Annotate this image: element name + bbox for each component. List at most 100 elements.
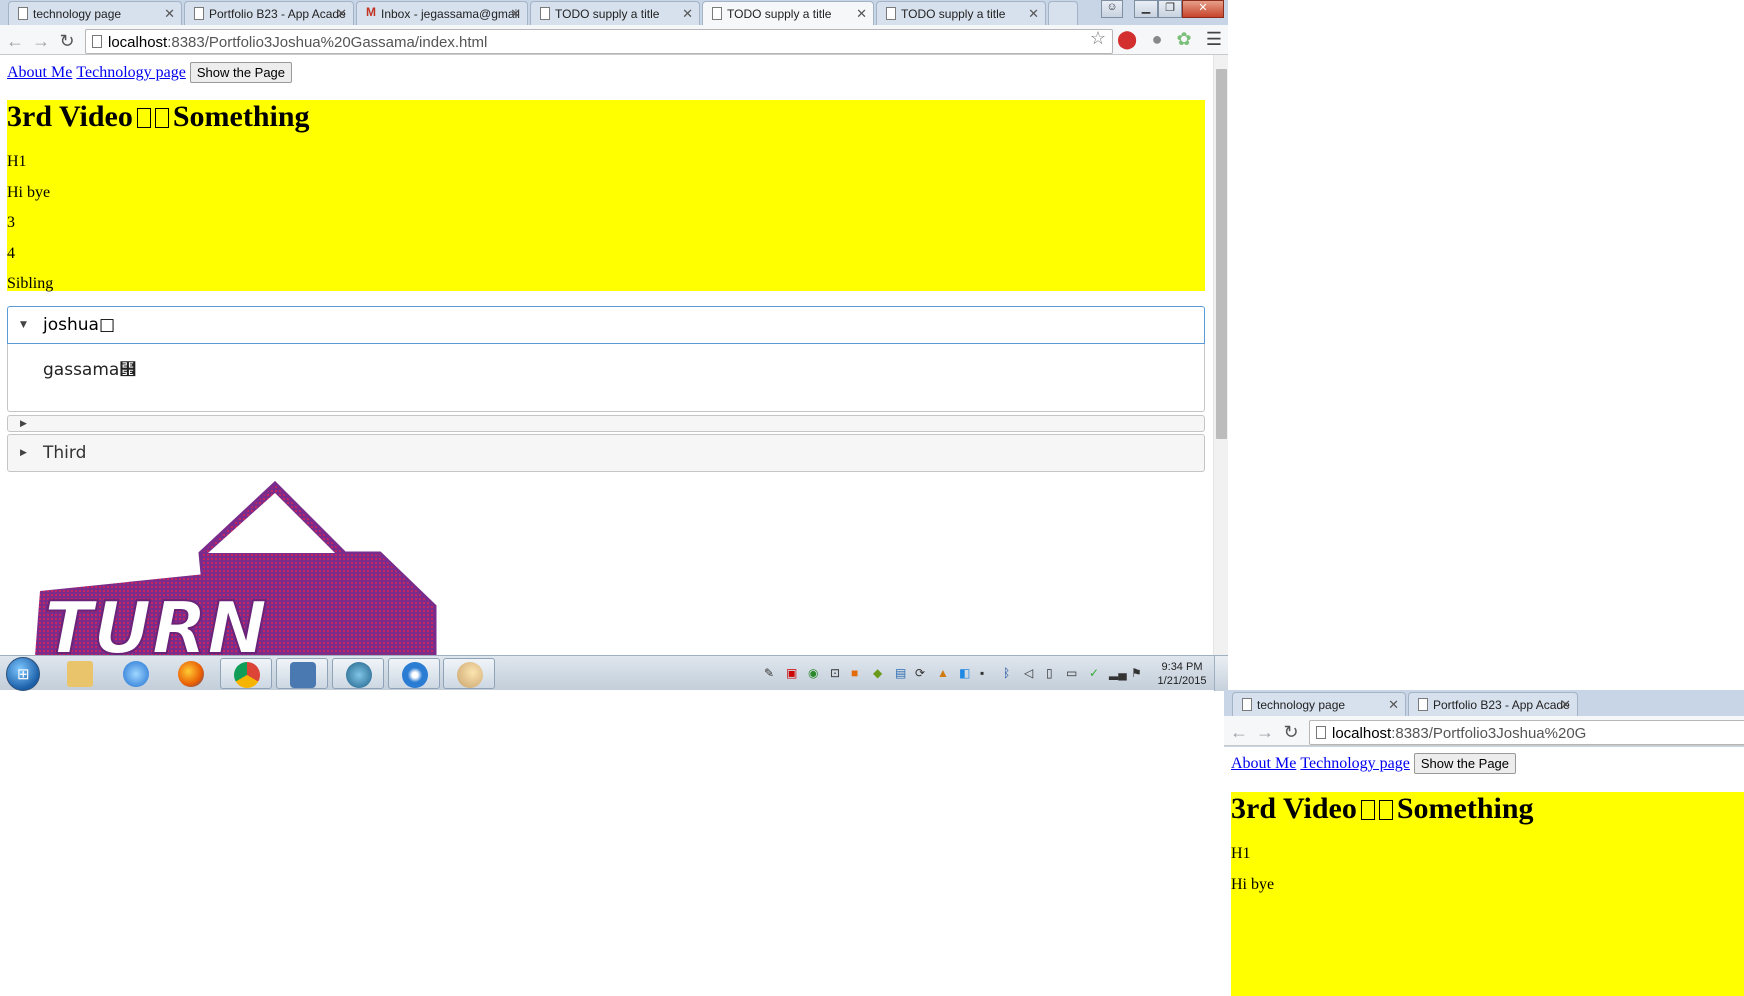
about-me-link[interactable]: About Me: [1231, 755, 1296, 772]
restore-button[interactable]: ❐: [1158, 0, 1182, 18]
tab-title: TODO supply a title: [555, 7, 660, 21]
close-icon[interactable]: ✕: [510, 6, 521, 22]
tab-title: Portfolio B23 - App Acade: [1433, 698, 1570, 712]
accordion: ▼ joshua□ gassama⹞ ▶ ▶ Third: [7, 306, 1205, 472]
show-page-button[interactable]: Show the Page: [1413, 753, 1517, 774]
back-arrow-icon[interactable]: ←: [5, 31, 25, 52]
minimize-button[interactable]: ▁: [1134, 0, 1158, 18]
battery-icon[interactable]: ▯: [1046, 666, 1053, 680]
scrollbar-thumb[interactable]: [1216, 69, 1227, 439]
paint-taskbar-icon[interactable]: [443, 658, 495, 689]
paragraph-4: 4: [7, 245, 15, 262]
adblock-icon[interactable]: ⬤: [1117, 29, 1137, 50]
accordion-header-third[interactable]: ▶ Third: [7, 434, 1205, 472]
display-icon[interactable]: ▭: [1066, 666, 1077, 680]
forward-arrow-icon[interactable]: →: [1255, 722, 1275, 743]
tab-gmail-inbox[interactable]: M Inbox - jegassama@gmail ✕: [356, 1, 528, 25]
gmail-icon: M: [366, 5, 376, 19]
tab-title: Portfolio B23 - App Acade: [209, 7, 346, 21]
close-window-button[interactable]: ✕: [1182, 0, 1224, 18]
explorer-taskbar-icon[interactable]: [54, 658, 106, 689]
wireless-icon[interactable]: ◉: [808, 666, 818, 680]
new-tab-button[interactable]: [1048, 1, 1078, 25]
tab-portfolio[interactable]: Portfolio B23 - App Acade ✕: [184, 1, 354, 25]
page-icon: [886, 7, 896, 20]
close-icon[interactable]: ✕: [1560, 697, 1571, 713]
page-icon: [1418, 698, 1428, 711]
forward-arrow-icon[interactable]: →: [31, 31, 51, 52]
page-heading: 3rd Video Something: [1231, 792, 1534, 826]
chrome-taskbar-icon[interactable]: [220, 658, 272, 689]
system-clock[interactable]: 9:34 PM 1/21/2015: [1156, 660, 1208, 688]
security-tray-icon[interactable]: ▤: [895, 666, 906, 680]
page-icon: [712, 7, 722, 20]
missing-glyph-icon: [136, 108, 151, 128]
about-me-link[interactable]: About Me: [7, 64, 72, 81]
tab-technology-page[interactable]: technology page ✕: [1232, 692, 1406, 716]
green-tray-icon[interactable]: ◆: [873, 666, 882, 680]
close-icon[interactable]: ✕: [856, 6, 867, 22]
firefox-taskbar-icon[interactable]: [165, 658, 217, 689]
technology-page-link[interactable]: Technology page: [76, 64, 186, 81]
check-icon[interactable]: ✓: [1089, 666, 1099, 680]
page-icon: [92, 35, 102, 48]
java-tray-icon[interactable]: ▲: [937, 666, 949, 680]
tab-todo-3[interactable]: TODO supply a title ✕: [876, 1, 1046, 25]
address-bar[interactable]: localhost:8383/Portfolio3Joshua%20Gassam…: [85, 29, 1113, 54]
ie-icon: [123, 661, 149, 687]
monitor-tray-icon[interactable]: ▪: [980, 666, 984, 680]
tab-title: TODO supply a title: [727, 7, 832, 21]
tray-app-icon[interactable]: ✎: [764, 666, 774, 680]
accordion-header-empty[interactable]: ▶: [7, 415, 1205, 432]
acrobat-icon[interactable]: ▣: [786, 666, 797, 680]
menu-icon[interactable]: ☰: [1204, 29, 1224, 50]
extension-search-icon[interactable]: ●: [1147, 29, 1167, 50]
extension-icon[interactable]: ✿: [1174, 29, 1194, 50]
highlighted-section: 3rd Video Something H1 Hi bye: [1231, 792, 1744, 996]
show-page-button[interactable]: Show the Page: [189, 62, 293, 83]
network-tray-icon[interactable]: ⊡: [830, 666, 840, 680]
accordion-panel-joshua: gassama⹞: [7, 344, 1205, 412]
back-arrow-icon[interactable]: ←: [1229, 722, 1249, 743]
highlighted-section: 3rd Video Something H1 Hi bye 3 4 Sibling: [7, 100, 1205, 292]
tab-title: technology page: [33, 7, 122, 21]
close-icon[interactable]: ✕: [336, 6, 347, 22]
bluetooth-icon[interactable]: ᛒ: [1003, 666, 1010, 680]
technology-page-link[interactable]: Technology page: [1300, 755, 1410, 772]
signal-icon[interactable]: ▂▄: [1109, 666, 1127, 680]
dropbox-tray-icon[interactable]: ◧: [959, 666, 970, 680]
reload-icon[interactable]: ↻: [57, 31, 77, 52]
bookmark-star-icon[interactable]: ☆: [1088, 28, 1108, 49]
windows-logo-icon: ⊞: [17, 666, 30, 683]
browser-toolbar: ← → ↻ localhost:8383/Portfolio3Joshua%20…: [0, 25, 1228, 55]
user-icon[interactable]: ☺: [1101, 0, 1123, 18]
flag-icon[interactable]: ⚑: [1131, 666, 1142, 680]
start-button[interactable]: ⊞: [6, 657, 40, 691]
tab-title: technology page: [1257, 698, 1346, 712]
wifi-app-taskbar-icon[interactable]: [388, 658, 440, 689]
tab-todo-1[interactable]: TODO supply a title ✕: [530, 1, 700, 25]
show-desktop-button[interactable]: [1214, 656, 1228, 691]
close-icon[interactable]: ✕: [1388, 697, 1399, 713]
tab-technology-page[interactable]: technology page ✕: [8, 1, 182, 25]
accordion-panel-text: gassama⹞: [43, 360, 137, 380]
netbeans-icon: [346, 662, 372, 688]
volume-icon[interactable]: ◁: [1024, 666, 1033, 680]
close-icon[interactable]: ✕: [682, 6, 693, 22]
tab-portfolio[interactable]: Portfolio B23 - App Acade ✕: [1408, 692, 1578, 716]
vertical-scrollbar[interactable]: [1213, 55, 1228, 655]
reload-icon[interactable]: ↻: [1281, 722, 1301, 743]
accordion-header-joshua[interactable]: ▼ joshua□: [7, 306, 1205, 344]
ie-taskbar-icon[interactable]: [110, 658, 162, 689]
paragraph-3: 3: [7, 214, 15, 231]
virtualbox-taskbar-icon[interactable]: [276, 658, 328, 689]
netbeans-taskbar-icon[interactable]: [332, 658, 384, 689]
tab-todo-active[interactable]: TODO supply a title ✕: [702, 1, 874, 25]
close-icon[interactable]: ✕: [1028, 6, 1039, 22]
close-icon[interactable]: ✕: [164, 6, 175, 22]
address-bar[interactable]: localhost:8383/Portfolio3Joshua%20G: [1309, 720, 1744, 745]
palette-icon: [457, 662, 483, 688]
page-icon: [1316, 726, 1326, 739]
orange-tray-icon[interactable]: ■: [851, 666, 858, 680]
sync-tray-icon[interactable]: ⟳: [915, 666, 925, 680]
